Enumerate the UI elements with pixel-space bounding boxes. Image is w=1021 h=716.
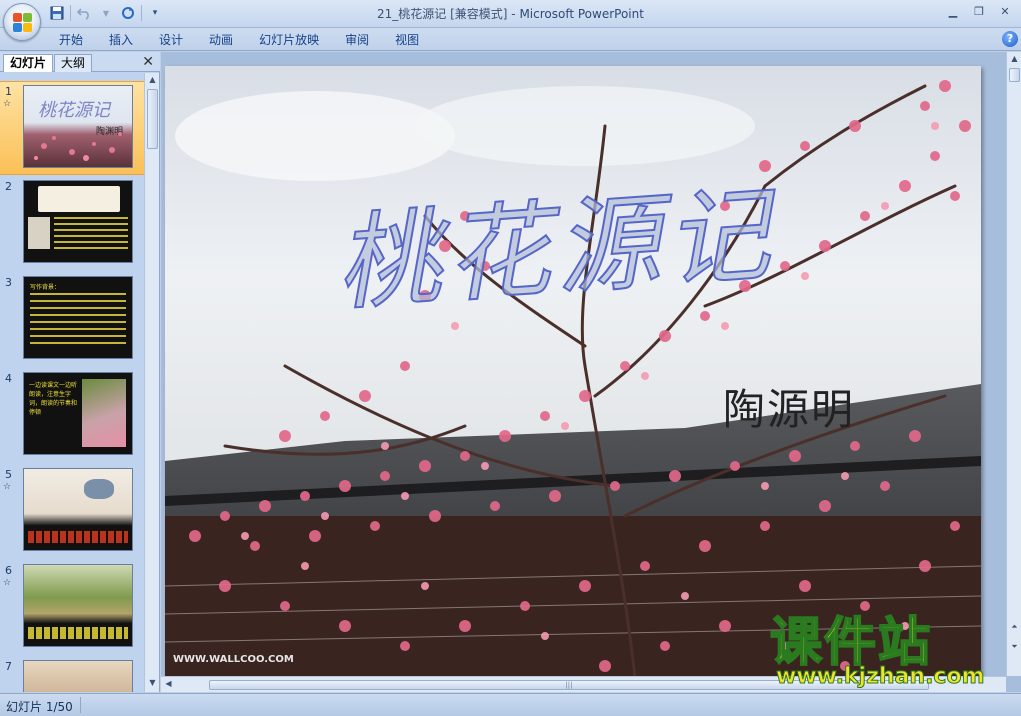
tab-slides[interactable]: 幻灯片 <box>3 54 54 72</box>
thumbnail-list: 1 ☆ 桃花源记 陶渊明 2 3 写作背景： 4 一边读课文一边听朗读，注意生字… <box>0 73 144 692</box>
thumbnail-slide-3[interactable]: 3 写作背景： <box>0 273 144 367</box>
thumbnail-image <box>23 660 133 692</box>
thumbnail-image: 桃花源记 陶渊明 <box>23 85 133 168</box>
image-credit: WWW.WALLCOO.COM <box>173 654 294 665</box>
thumbnail-text-lines <box>54 217 128 251</box>
thumbnail-slide-1[interactable]: 1 ☆ 桃花源记 陶渊明 <box>0 81 144 175</box>
tab-animations[interactable]: 动画 <box>196 31 246 49</box>
thumbnail-number: 6 <box>5 564 12 577</box>
close-icon[interactable]: ✕ <box>993 2 1017 20</box>
tab-view[interactable]: 视图 <box>382 31 432 49</box>
thumbnail-text: 一边读课文一边听朗读，注意生字词，朗读的节奏和停顿 <box>29 382 78 416</box>
thumbnail-slide-4[interactable]: 4 一边读课文一边听朗读，注意生字词，朗读的节奏和停顿 <box>0 369 144 463</box>
tab-design[interactable]: 设计 <box>146 31 196 49</box>
document-title: 21_桃花源记 [兼容模式] - <box>377 7 520 21</box>
thumbnail-scrollbar[interactable]: ▲ ▼ <box>144 73 159 692</box>
tab-home[interactable]: 开始 <box>46 31 96 49</box>
scroll-up-icon[interactable]: ▲ <box>147 75 158 87</box>
thumbnail-slide-6[interactable]: 6 ☆ <box>0 561 144 655</box>
thumbnail-portrait <box>28 217 50 249</box>
help-icon[interactable]: ? <box>1002 31 1018 47</box>
slide-position: 幻灯片 1/50 <box>6 700 73 714</box>
thumbnail-number: 4 <box>5 372 12 385</box>
office-button[interactable] <box>3 3 41 41</box>
watermark-url: www.kjzhan.com <box>776 664 986 690</box>
close-icon[interactable]: ✕ <box>142 54 154 70</box>
title-bar: ▼ ▾ 21_桃花源记 [兼容模式] - Microsoft PowerPoin… <box>0 0 1021 28</box>
minimize-icon[interactable]: ▁ <box>941 2 965 20</box>
slide-editing-area: 桃花源记 陶源明 WWW.WALLCOO.COM ▲ ⏶ ⏷ ◀ ||| <box>161 52 1021 692</box>
thumbnail-slide-2[interactable]: 2 <box>0 177 144 271</box>
tab-slideshow[interactable]: 幻灯片放映 <box>246 31 332 49</box>
thumbnail-blossom-art <box>34 132 122 161</box>
app-name: Microsoft PowerPoint <box>519 7 644 21</box>
slide-canvas[interactable]: 桃花源记 陶源明 WWW.WALLCOO.COM <box>165 66 981 678</box>
thumbnail-number: 5 <box>5 468 12 481</box>
thumbnail-text-lines <box>28 531 128 543</box>
pane-tabs: 幻灯片 大纲 ✕ <box>0 52 160 72</box>
slide-vertical-scrollbar[interactable]: ▲ ⏶ ⏷ <box>1006 52 1021 676</box>
divider <box>80 697 81 713</box>
thumbnail-number: 2 <box>5 180 12 193</box>
ribbon-tab-bar: 开始 插入 设计 动画 幻灯片放映 审阅 视图 ? <box>0 28 1021 51</box>
scroll-up-icon[interactable]: ▲ <box>1009 54 1020 66</box>
thumbnail-image: 写作背景： <box>23 276 133 359</box>
thumbnail-number: 3 <box>5 276 12 289</box>
thumbnail-painting <box>38 186 120 212</box>
scroll-down-icon[interactable]: ▼ <box>147 678 158 690</box>
office-logo-icon <box>13 13 33 33</box>
thumbnail-number: 7 <box>5 660 12 673</box>
animation-star-icon: ☆ <box>3 482 12 492</box>
thumbnail-number: 1 <box>5 85 12 98</box>
scrollbar-thumb[interactable] <box>147 89 158 149</box>
thumbnail-image <box>23 180 133 263</box>
thumbnail-text-lines <box>28 627 128 639</box>
slides-pane: 幻灯片 大纲 ✕ 1 ☆ 桃花源记 陶渊明 2 3 写作背景： 4 一边读课文一… <box>0 52 160 692</box>
restore-icon[interactable]: ❐ <box>967 2 991 20</box>
window-controls: ▁ ❐ ✕ <box>941 2 1017 20</box>
animation-star-icon: ☆ <box>3 99 12 109</box>
slide-author[interactable]: 陶源明 <box>723 376 855 437</box>
status-bar: 幻灯片 1/50 <box>0 693 1021 716</box>
thumbnail-image <box>23 468 133 551</box>
window-title: 21_桃花源记 [兼容模式] - Microsoft PowerPoint <box>0 5 1021 22</box>
thumbnail-heading: 写作背景： <box>30 284 61 291</box>
slide-title[interactable]: 桃花源记 <box>330 149 780 330</box>
thumbnail-text-lines <box>30 293 126 345</box>
scroll-left-icon[interactable]: ◀ <box>163 679 174 691</box>
previous-slide-icon[interactable]: ⏶ <box>1009 622 1020 634</box>
tab-outline[interactable]: 大纲 <box>54 54 93 72</box>
thumbnail-image: 一边读课文一边听朗读，注意生字词，朗读的节奏和停顿 <box>23 372 133 455</box>
tab-insert[interactable]: 插入 <box>96 31 146 49</box>
thumbnail-flower-photo <box>82 379 126 447</box>
blossom-background-image <box>165 66 981 678</box>
next-slide-icon[interactable]: ⏷ <box>1009 642 1020 654</box>
thumbnail-image <box>23 564 133 647</box>
scrollbar-thumb[interactable] <box>1009 68 1020 82</box>
thumbnail-bird <box>84 479 114 499</box>
thumbnail-slide-5[interactable]: 5 ☆ <box>0 465 144 559</box>
thumbnail-slide-7[interactable]: 7 <box>0 657 144 692</box>
animation-star-icon: ☆ <box>3 578 12 588</box>
watermark-brand: 课件站 <box>769 613 933 673</box>
tab-review[interactable]: 审阅 <box>332 31 382 49</box>
